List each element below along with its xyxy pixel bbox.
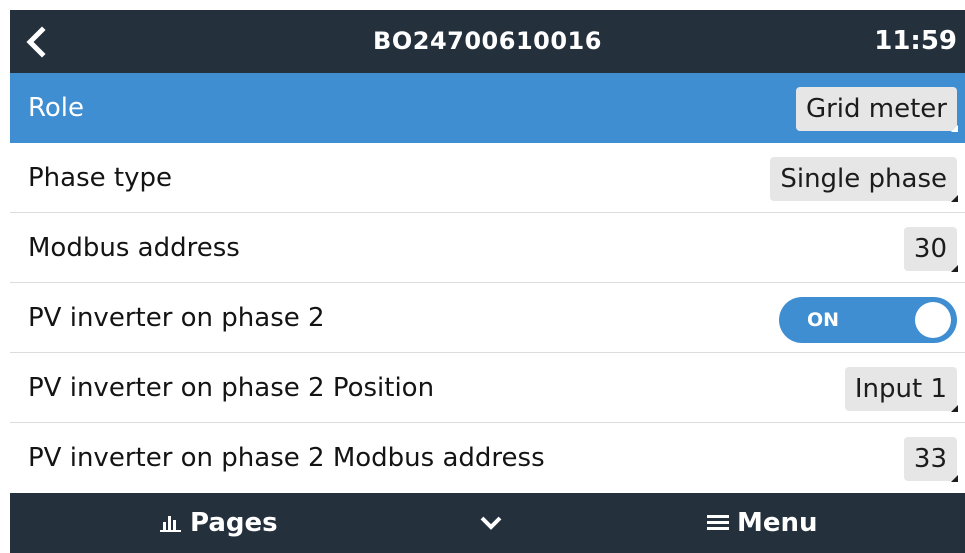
setting-row-pv-inverter-modbus-address[interactable]: PV inverter on phase 2 Modbus address 33 [10,423,965,493]
toggle-knob [915,302,951,338]
bar-chart-icon [160,515,181,532]
role-value[interactable]: Grid meter [795,87,959,132]
scroll-down-button[interactable] [476,511,506,535]
setting-label: Phase type [28,163,172,193]
settings-list: Role Grid meter Phase type Single phase … [10,73,965,493]
bottom-bar: Pages Menu [10,493,965,553]
setting-row-pv-inverter-phase-2[interactable]: PV inverter on phase 2 ON [10,283,965,353]
setting-label: PV inverter on phase 2 Modbus address [28,443,545,473]
menu-label: Menu [737,508,818,538]
top-bar: BO24700610016 11:59 [10,10,965,73]
phase-type-value[interactable]: Single phase [770,157,958,202]
modbus-address-value[interactable]: 30 [903,227,959,272]
setting-row-pv-inverter-position[interactable]: PV inverter on phase 2 Position Input 1 [10,353,965,423]
pages-button[interactable]: Pages [160,493,278,553]
device-settings-screen: BO24700610016 11:59 Role Grid meter Phas… [10,10,965,553]
pages-label: Pages [190,508,278,538]
toggle-state-label: ON [807,309,840,331]
setting-label: PV inverter on phase 2 Position [28,373,435,403]
position-value[interactable]: Input 1 [844,367,959,412]
setting-row-role[interactable]: Role Grid meter [10,73,965,143]
menu-button[interactable]: Menu [707,493,818,553]
chevron-down-icon [480,516,502,530]
hamburger-menu-icon [707,514,729,530]
setting-label: Role [28,93,85,123]
setting-label: Modbus address [28,233,240,263]
setting-label: PV inverter on phase 2 [28,303,325,333]
clock: 11:59 [874,26,957,56]
setting-row-phase-type[interactable]: Phase type Single phase [10,143,965,213]
device-title: BO24700610016 [373,27,602,55]
pv-inverter-toggle[interactable]: ON [779,297,957,343]
setting-row-modbus-address[interactable]: Modbus address 30 [10,213,965,283]
pv-modbus-address-value[interactable]: 33 [903,437,959,482]
